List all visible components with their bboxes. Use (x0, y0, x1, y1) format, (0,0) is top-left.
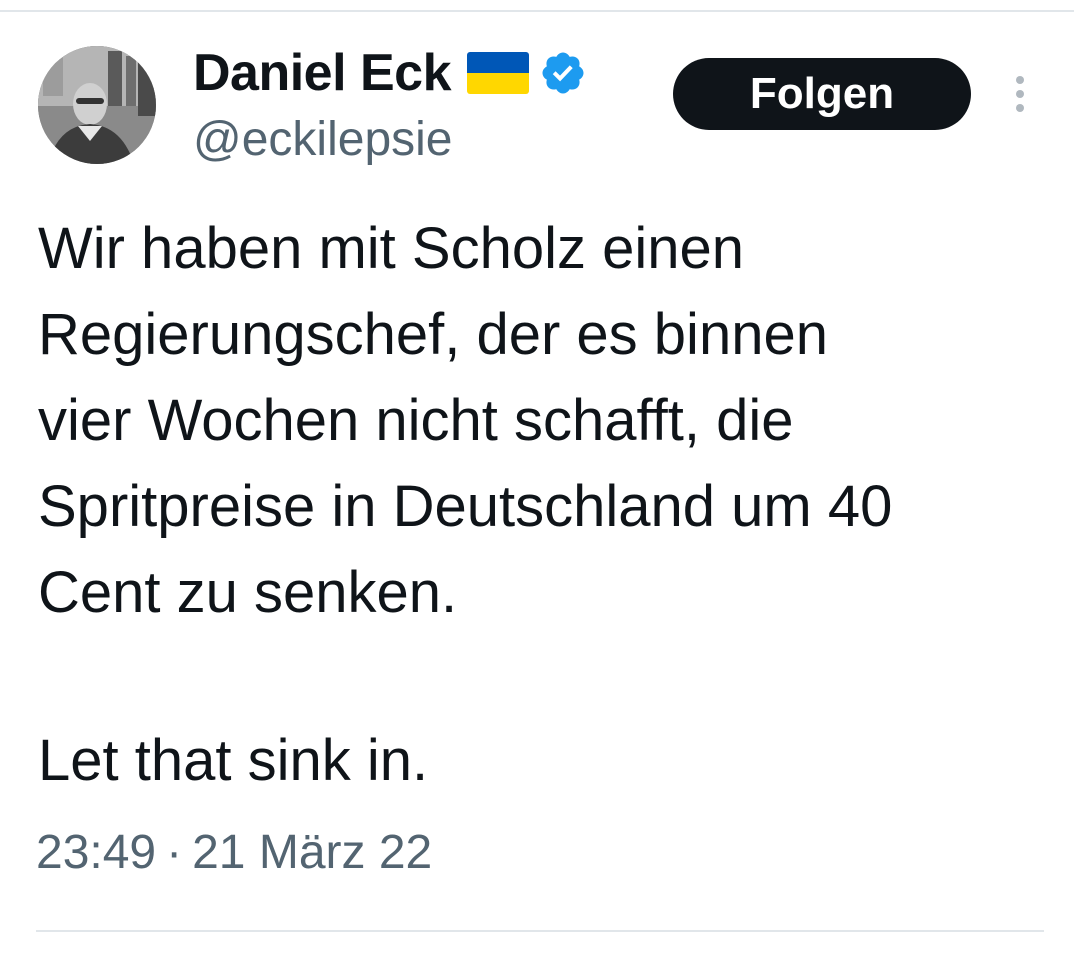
display-name[interactable]: Daniel Eck (193, 43, 452, 103)
author-name-row: Daniel Eck (193, 40, 587, 106)
avatar-photo (38, 46, 156, 164)
ukraine-flag-icon (467, 52, 530, 94)
tweet-date[interactable]: 21 März 22 (192, 825, 432, 880)
top-divider (0, 10, 1074, 12)
tweet-time[interactable]: 23:49 (36, 825, 156, 880)
tweet-text: Wir haben mit Scholz einen Regierungsche… (38, 206, 1048, 636)
bottom-divider (36, 930, 1044, 932)
timestamp-row[interactable]: 23:49 · 21 März 22 (36, 825, 432, 880)
author-handle[interactable]: @eckilepsie (193, 112, 453, 167)
tweet-line: vier Wochen nicht schafft, die (38, 388, 794, 453)
tweet-line: Regierungschef, der es binnen (38, 302, 828, 367)
tweet-line: Wir haben mit Scholz einen (38, 216, 744, 281)
verified-badge-icon (542, 52, 584, 94)
more-options-icon[interactable] (1008, 74, 1032, 114)
avatar[interactable] (38, 46, 156, 164)
tweet-line: Cent zu senken. (38, 560, 458, 625)
tweet-closing-line: Let that sink in. (38, 728, 429, 793)
timestamp-separator: · (166, 826, 183, 879)
follow-button[interactable]: Folgen (673, 58, 971, 130)
tweet-line: Spritpreise in Deutschland um 40 (38, 474, 893, 539)
